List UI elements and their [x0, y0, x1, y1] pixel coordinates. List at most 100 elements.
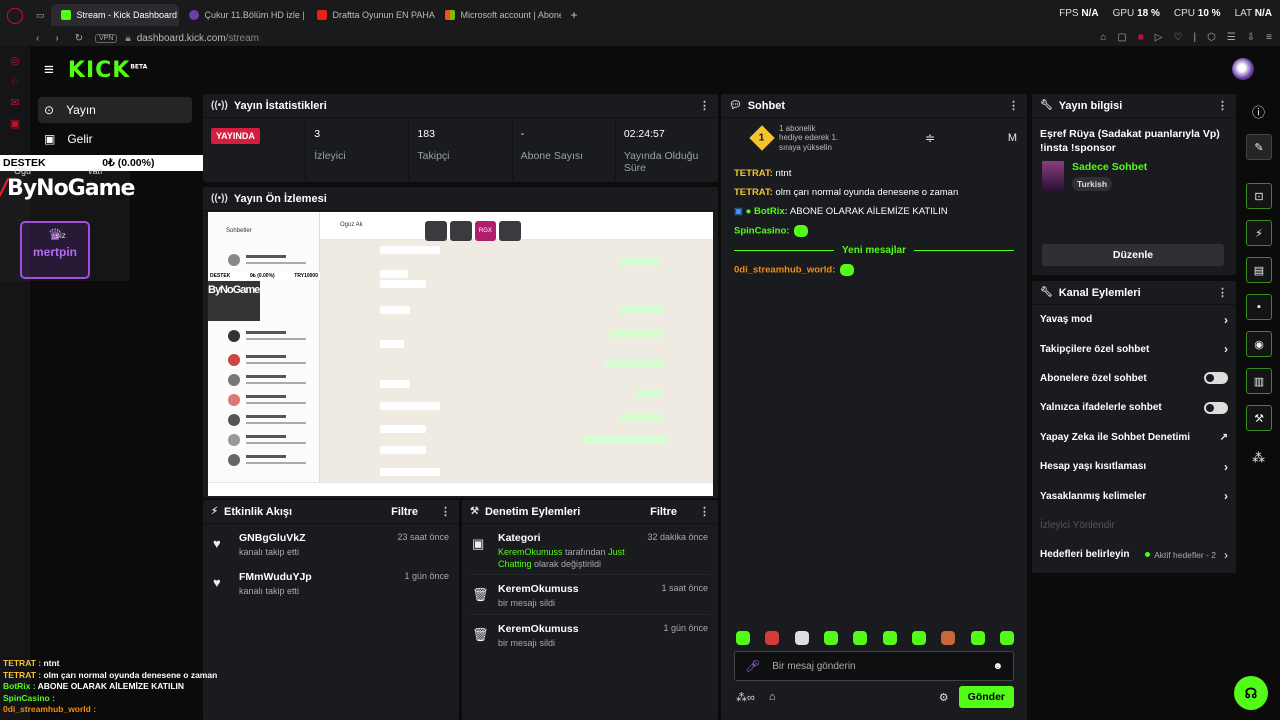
- gpu-label: GPU: [1112, 8, 1135, 19]
- bynogame-logo: /ByNoGame: [0, 176, 135, 201]
- sidebar-app-icon[interactable]: ✉: [0, 96, 30, 109]
- settings-icon[interactable]: ⚙: [939, 691, 949, 704]
- nav-item-gelir[interactable]: ▣ Gelir: [38, 126, 192, 152]
- heart-icon[interactable]: ♡: [1173, 32, 1182, 43]
- more-options-icon[interactable]: ⋮: [1217, 99, 1228, 112]
- tab-cukur[interactable]: Çukur 11.Bölüm HD izle | …: [179, 4, 307, 26]
- more-options-icon[interactable]: ⋮: [440, 505, 451, 518]
- snapshot-icon[interactable]: ▢: [1117, 32, 1126, 43]
- easy-setup-icon[interactable]: ☰: [1227, 32, 1236, 43]
- points-icon[interactable]: ⁂∞: [736, 691, 755, 704]
- filter-button[interactable]: Filtre: [391, 506, 418, 518]
- emote-icon[interactable]: [765, 631, 780, 645]
- quick-action-icon[interactable]: ⊡: [1246, 183, 1272, 209]
- chat-username[interactable]: BotRix:: [754, 206, 788, 217]
- user-avatar[interactable]: [1232, 58, 1254, 80]
- forward-icon[interactable]: ›: [55, 33, 58, 44]
- chat-input[interactable]: 🎤︎ Bir mesaj gönderin ☻: [734, 651, 1014, 681]
- emote-icon[interactable]: [794, 631, 809, 645]
- menu-icon[interactable]: ≡: [1266, 32, 1272, 43]
- play-icon[interactable]: ▷: [1155, 32, 1163, 43]
- stream-preview-video[interactable]: Sohbetler DESTEK 0₺ (0.00%) TRY10000 ByN…: [208, 212, 713, 496]
- emoji-picker-icon[interactable]: ☻: [992, 661, 1003, 672]
- shield-icon[interactable]: ■: [1138, 32, 1144, 43]
- reload-icon[interactable]: ↻: [75, 33, 83, 44]
- edit-button[interactable]: Düzenle: [1042, 244, 1224, 266]
- moderation-actions-panel: ⚒ Denetim Eylemleri Filtre ⋮ ▣ Kategori …: [462, 500, 718, 720]
- list-item: ▣ Kategori KeremOkumuss tarafından Just …: [462, 524, 718, 574]
- chat-username[interactable]: 0di_streamhub_world:: [734, 265, 835, 276]
- more-options-icon[interactable]: ⋮: [1217, 286, 1228, 299]
- emote-icon[interactable]: [911, 631, 926, 645]
- hamburger-menu-icon[interactable]: ≡: [44, 60, 54, 80]
- emote-icon[interactable]: [882, 631, 897, 645]
- chat-bubble-icon[interactable]: ▪: [1246, 294, 1272, 320]
- more-options-icon[interactable]: ⋮: [699, 505, 710, 518]
- new-tab-button[interactable]: +: [561, 4, 588, 26]
- help-chat-button[interactable]: ☊: [1234, 676, 1268, 710]
- sidebar-toggle-icon[interactable]: ▭: [30, 4, 51, 26]
- tab-microsoft[interactable]: Microsoft account | Abone…: [435, 4, 561, 26]
- vpn-badge[interactable]: VPN: [95, 33, 118, 43]
- emotes-only-toggle[interactable]: [1204, 401, 1228, 414]
- filter-button[interactable]: Filtre: [650, 506, 677, 518]
- wrench-icon[interactable]: ⚒: [1246, 405, 1272, 431]
- list-item: ♥ FMmWuduYJp kanalı takip etti 1 gün önc…: [203, 563, 459, 602]
- chat-username[interactable]: TETRAT:: [734, 187, 773, 198]
- emote-icon[interactable]: [999, 631, 1014, 645]
- sidebar-app-icon[interactable]: ▣: [0, 117, 30, 130]
- pin-icon[interactable]: ⌂: [1100, 32, 1106, 43]
- preview-bubble: [380, 280, 426, 288]
- back-icon[interactable]: ‹: [36, 33, 39, 44]
- emote-icon[interactable]: [941, 631, 956, 645]
- emote-icon[interactable]: [823, 631, 838, 645]
- emote-icon[interactable]: [853, 631, 868, 645]
- slow-mode-row[interactable]: Yavaş mod ›: [1032, 305, 1236, 334]
- cpu-label: CPU: [1173, 8, 1195, 19]
- category-name[interactable]: Sadece Sohbet: [1072, 161, 1147, 173]
- activity-action: kanalı takip etti: [239, 547, 300, 557]
- info-icon[interactable]: ⓘ: [1252, 102, 1265, 121]
- tab-youtube[interactable]: Draftta Oyunun EN PAHAL…: [307, 4, 435, 26]
- edit-layout-icon[interactable]: ✎: [1246, 134, 1272, 160]
- broadcast-icon[interactable]: ◉: [1246, 331, 1272, 357]
- mod-action-title: KeremOkumuss: [498, 623, 579, 636]
- lightning-icon[interactable]: ⚡︎: [1246, 220, 1272, 246]
- list-item: 🗑︎ KeremOkumuss bir mesajı sildi 1 gün ö…: [462, 615, 718, 654]
- emote-icon[interactable]: [970, 631, 985, 645]
- subscribers-only-toggle[interactable]: [1204, 372, 1228, 385]
- mod-user[interactable]: KeremOkumuss: [498, 547, 563, 557]
- more-options-icon[interactable]: ⋮: [1008, 99, 1019, 112]
- pinned-gift-banner[interactable]: 1 1 abonelik hediye ederek 1. sıraya yük…: [721, 118, 1027, 158]
- filter-icon[interactable]: ≑: [925, 131, 935, 145]
- kick-logo[interactable]: KICKBETA: [68, 58, 147, 83]
- banned-words-row[interactable]: Yasaklanmış kelimeler ›: [1032, 481, 1236, 510]
- chat-username[interactable]: SpinCasino:: [734, 226, 789, 237]
- followers-only-row[interactable]: Takipçilere özel sohbet ›: [1032, 334, 1236, 363]
- preview-line: [246, 395, 286, 398]
- more-options-icon[interactable]: ⋮: [699, 99, 710, 112]
- tab-title: Draftta Oyunun EN PAHAL…: [332, 10, 435, 20]
- microphone-icon[interactable]: 🎤︎: [745, 659, 760, 673]
- download-icon[interactable]: ⇩: [1247, 32, 1255, 43]
- row-label: Yapay Zeka ile Sohbet Denetimi: [1040, 431, 1191, 443]
- panel-icon[interactable]: ▥: [1246, 368, 1272, 394]
- ai-moderation-row[interactable]: Yapay Zeka ile Sohbet Denetimi ↗: [1032, 423, 1236, 452]
- url-field[interactable]: dashboard.kick.com/stream: [137, 33, 259, 44]
- list-icon[interactable]: ▤: [1246, 257, 1272, 283]
- sidebar-app-icon[interactable]: ◎: [0, 54, 30, 67]
- sidebar-app-icon[interactable]: ♘: [0, 75, 30, 88]
- set-goals-row[interactable]: Hedefleri belirleyin Aktif hedefler - 2 ›: [1032, 540, 1236, 569]
- account-age-row[interactable]: Hesap yaşı kısıtlaması ›: [1032, 452, 1236, 481]
- opera-logo-icon[interactable]: ◯: [0, 0, 30, 30]
- send-button[interactable]: Gönder: [958, 686, 1014, 708]
- apps-icon[interactable]: ⁂: [1252, 450, 1265, 466]
- chat-username[interactable]: TETRAT:: [734, 168, 773, 179]
- overlay-chat-line: 0di_streamhub_world :: [3, 704, 217, 716]
- nav-item-yayin[interactable]: ⊙ Yayın: [38, 97, 192, 123]
- stat-followers: 183 Takipçi: [409, 118, 513, 184]
- tab-kick-dashboard[interactable]: Stream - Kick Dashboard: [50, 4, 179, 26]
- emote-icon[interactable]: [736, 631, 750, 645]
- extensions-icon[interactable]: ⬡: [1207, 32, 1216, 43]
- store-icon[interactable]: ⌂: [769, 691, 776, 703]
